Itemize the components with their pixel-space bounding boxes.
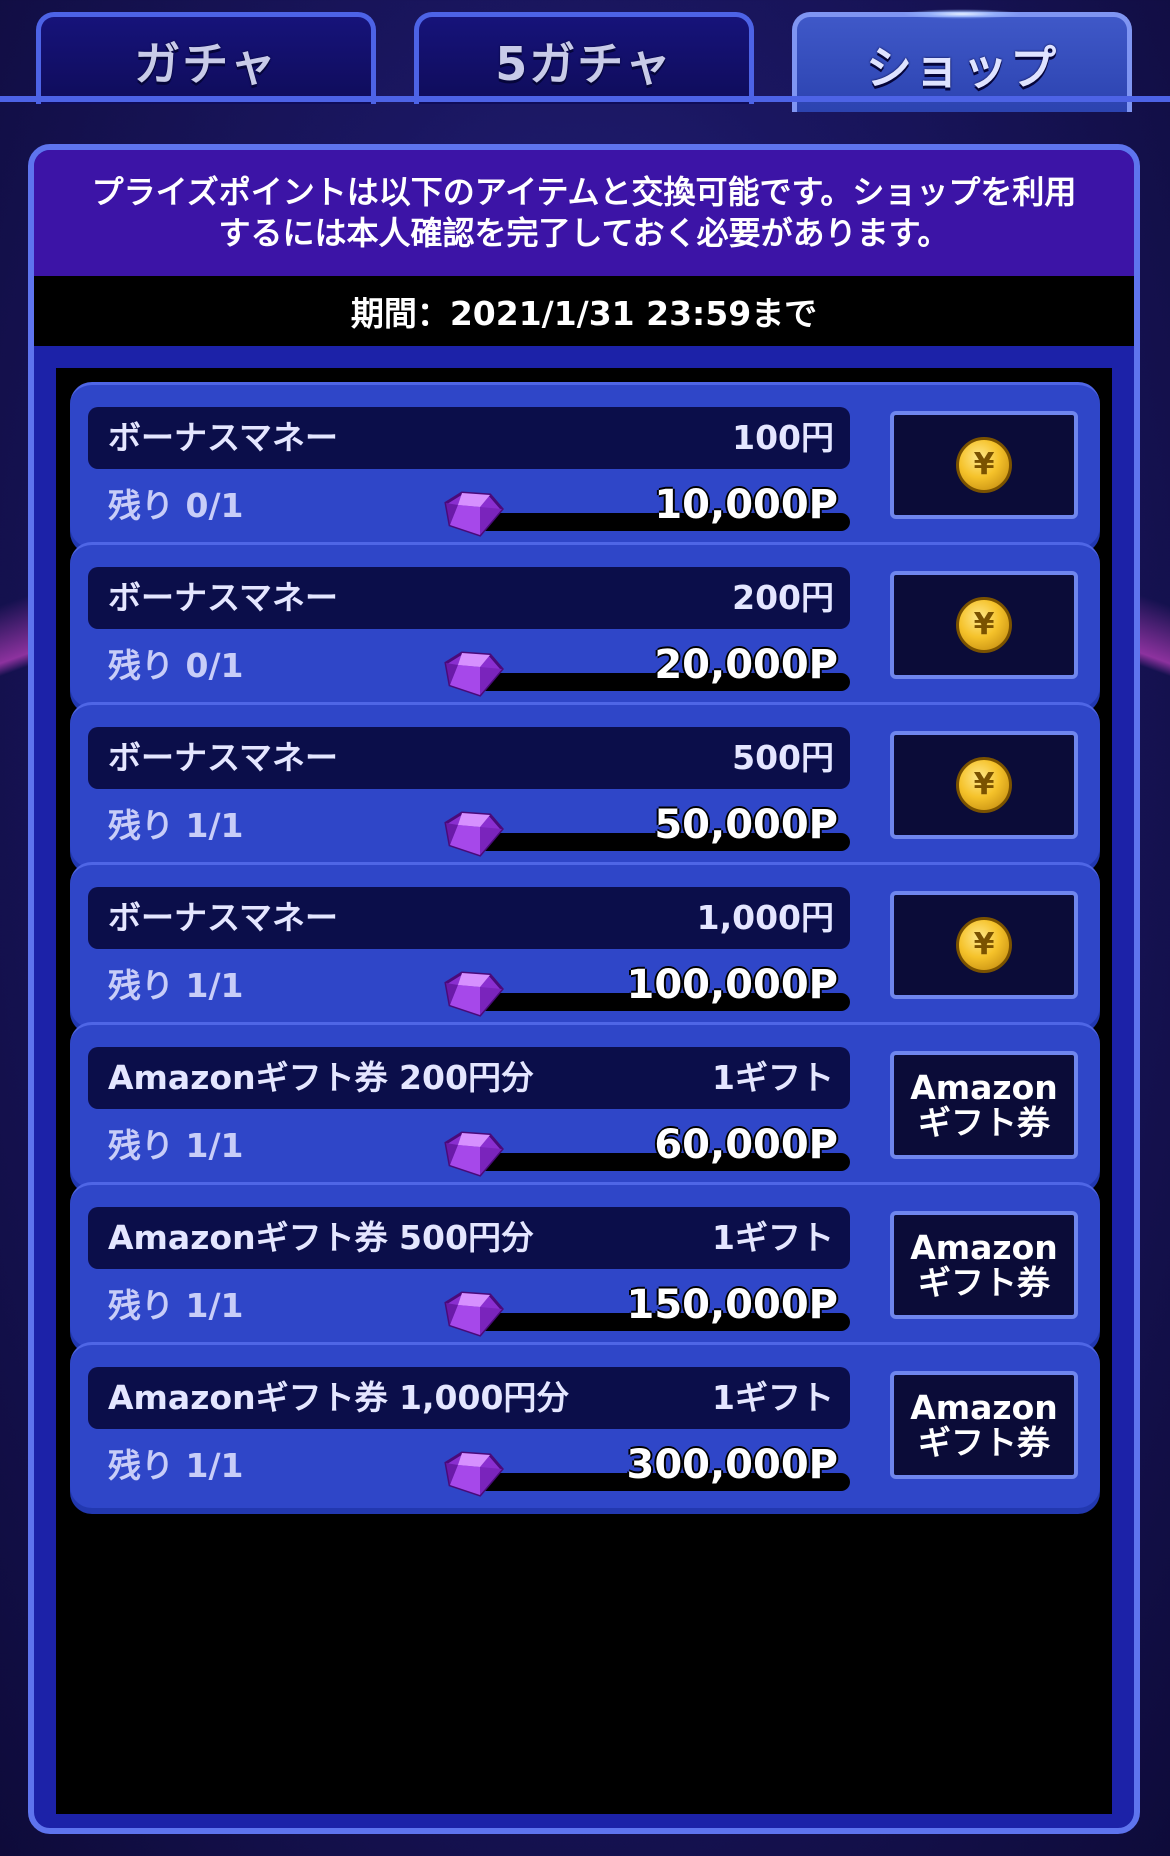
exchange-button-label: Amazon xyxy=(910,1228,1058,1267)
exchange-button-label: ギフト券 xyxy=(917,1263,1050,1302)
item-quantity: 500円 xyxy=(732,738,834,777)
gem-icon xyxy=(440,809,506,859)
item-remaining: 残り 0/1 xyxy=(108,646,244,685)
exchange-button-label: ギフト券 xyxy=(917,1103,1050,1142)
exchange-button-label: Amazon xyxy=(910,1388,1058,1427)
tab-underline xyxy=(0,96,1170,102)
shop-item-card: Amazonギフト券 1,000円分 1ギフト残り 1/1 300,000P Amaz… xyxy=(70,1342,1100,1508)
exchange-button[interactable]: ¥ xyxy=(890,411,1078,519)
item-name: Amazonギフト券 1,000円分 xyxy=(108,1378,570,1417)
shop-item-card: ボーナスマネー 100円残り 0/1 10,000P ¥ xyxy=(70,382,1100,548)
item-price: 60,000P xyxy=(654,1122,838,1168)
tab-5gacha[interactable]: 5ガチャ xyxy=(414,12,754,104)
item-remaining: 残り 1/1 xyxy=(108,806,244,845)
amazon-gift-label: Amazon ギフト券 xyxy=(910,1230,1058,1300)
tab-gacha[interactable]: ガチャ xyxy=(36,12,376,104)
item-name-bar: ボーナスマネー 500円 xyxy=(88,727,850,789)
item-name-bar: ボーナスマネー 200円 xyxy=(88,567,850,629)
shop-item-card: ボーナスマネー 1,000円残り 1/1 100,000P ¥ xyxy=(70,862,1100,1028)
item-price: 50,000P xyxy=(654,802,838,848)
item-quantity: 1ギフト xyxy=(712,1058,834,1097)
gem-icon xyxy=(440,649,506,699)
period-label: 期間：2021/1/31 23:59まで xyxy=(34,276,1134,346)
yen-coin-icon: ¥ xyxy=(956,917,1012,973)
item-remaining: 残り 1/1 xyxy=(108,1126,244,1165)
item-name-bar: Amazonギフト券 500円分 1ギフト xyxy=(88,1207,850,1269)
exchange-button[interactable]: Amazon ギフト券 xyxy=(890,1211,1078,1319)
exchange-button[interactable]: ¥ xyxy=(890,731,1078,839)
item-name-bar: Amazonギフト券 200円分 1ギフト xyxy=(88,1047,850,1109)
exchange-button-label: ギフト券 xyxy=(917,1423,1050,1462)
item-name: Amazonギフト券 200円分 xyxy=(108,1058,534,1097)
item-quantity: 1ギフト xyxy=(712,1218,834,1257)
item-quantity: 1,000円 xyxy=(696,898,834,937)
item-quantity: 200円 xyxy=(732,578,834,617)
left-neon-decoration xyxy=(0,520,30,820)
item-name: Amazonギフト券 500円分 xyxy=(108,1218,534,1257)
right-neon-decoration xyxy=(1140,520,1170,820)
yen-coin-icon: ¥ xyxy=(956,757,1012,813)
exchange-button[interactable]: ¥ xyxy=(890,571,1078,679)
item-price: 20,000P xyxy=(654,642,838,688)
exchange-button[interactable]: Amazon ギフト券 xyxy=(890,1051,1078,1159)
item-remaining: 残り 1/1 xyxy=(108,966,244,1005)
amazon-gift-label: Amazon ギフト券 xyxy=(910,1070,1058,1140)
item-quantity: 1ギフト xyxy=(712,1378,834,1417)
tab-bar: ガチャ 5ガチャ ショップ xyxy=(36,9,1134,112)
item-price: 10,000P xyxy=(654,482,838,528)
amazon-gift-label: Amazon ギフト券 xyxy=(910,1390,1058,1460)
item-remaining: 残り 1/1 xyxy=(108,1446,244,1485)
item-name-bar: ボーナスマネー 100円 xyxy=(88,407,850,469)
item-price: 150,000P xyxy=(626,1282,838,1328)
exchange-button-label: Amazon xyxy=(910,1068,1058,1107)
item-list[interactable]: ボーナスマネー 100円 残り 0/1 10,000P ¥ ボーナスマネー 200円 残り 0… xyxy=(56,368,1112,1814)
item-name-bar: Amazonギフト券 1,000円分 1ギフト xyxy=(88,1367,850,1429)
item-name-bar: ボーナスマネー 1,000円 xyxy=(88,887,850,949)
shop-notice: プライズポイントは以下のアイテムと交換可能です。ショップを利用 するには本人確認… xyxy=(34,150,1134,276)
gem-icon xyxy=(440,1129,506,1179)
yen-coin-icon: ¥ xyxy=(956,437,1012,493)
gem-icon xyxy=(440,969,506,1019)
item-price: 100,000P xyxy=(626,962,838,1008)
item-remaining: 残り 1/1 xyxy=(108,1286,244,1325)
item-name: ボーナスマネー xyxy=(108,418,339,457)
item-name: ボーナスマネー xyxy=(108,738,339,777)
yen-coin-icon: ¥ xyxy=(956,597,1012,653)
notice-line-2: するには本人確認を完了しておく必要があります。 xyxy=(218,214,950,252)
item-quantity: 100円 xyxy=(732,418,834,457)
exchange-button[interactable]: Amazon ギフト券 xyxy=(890,1371,1078,1479)
shop-item-card: Amazonギフト券 200円分 1ギフト残り 1/1 60,000P Amazon ギ… xyxy=(70,1022,1100,1188)
gem-icon xyxy=(440,1289,506,1339)
gem-icon xyxy=(440,489,506,539)
shop-panel: プライズポイントは以下のアイテムと交換可能です。ショップを利用 するには本人確認… xyxy=(28,144,1140,1834)
item-name: ボーナスマネー xyxy=(108,578,339,617)
shop-item-card: ボーナスマネー 500円残り 1/1 50,000P ¥ xyxy=(70,702,1100,868)
item-name: ボーナスマネー xyxy=(108,898,339,937)
shop-item-card: Amazonギフト券 500円分 1ギフト残り 1/1 150,000P Amazon… xyxy=(70,1182,1100,1348)
gem-icon xyxy=(440,1449,506,1499)
shop-item-card: ボーナスマネー 200円残り 0/1 20,000P ¥ xyxy=(70,542,1100,708)
item-price: 300,000P xyxy=(626,1442,838,1488)
notice-line-1: プライズポイントは以下のアイテムと交換可能です。ショップを利用 xyxy=(91,173,1077,211)
item-remaining: 残り 0/1 xyxy=(108,486,244,525)
exchange-button[interactable]: ¥ xyxy=(890,891,1078,999)
